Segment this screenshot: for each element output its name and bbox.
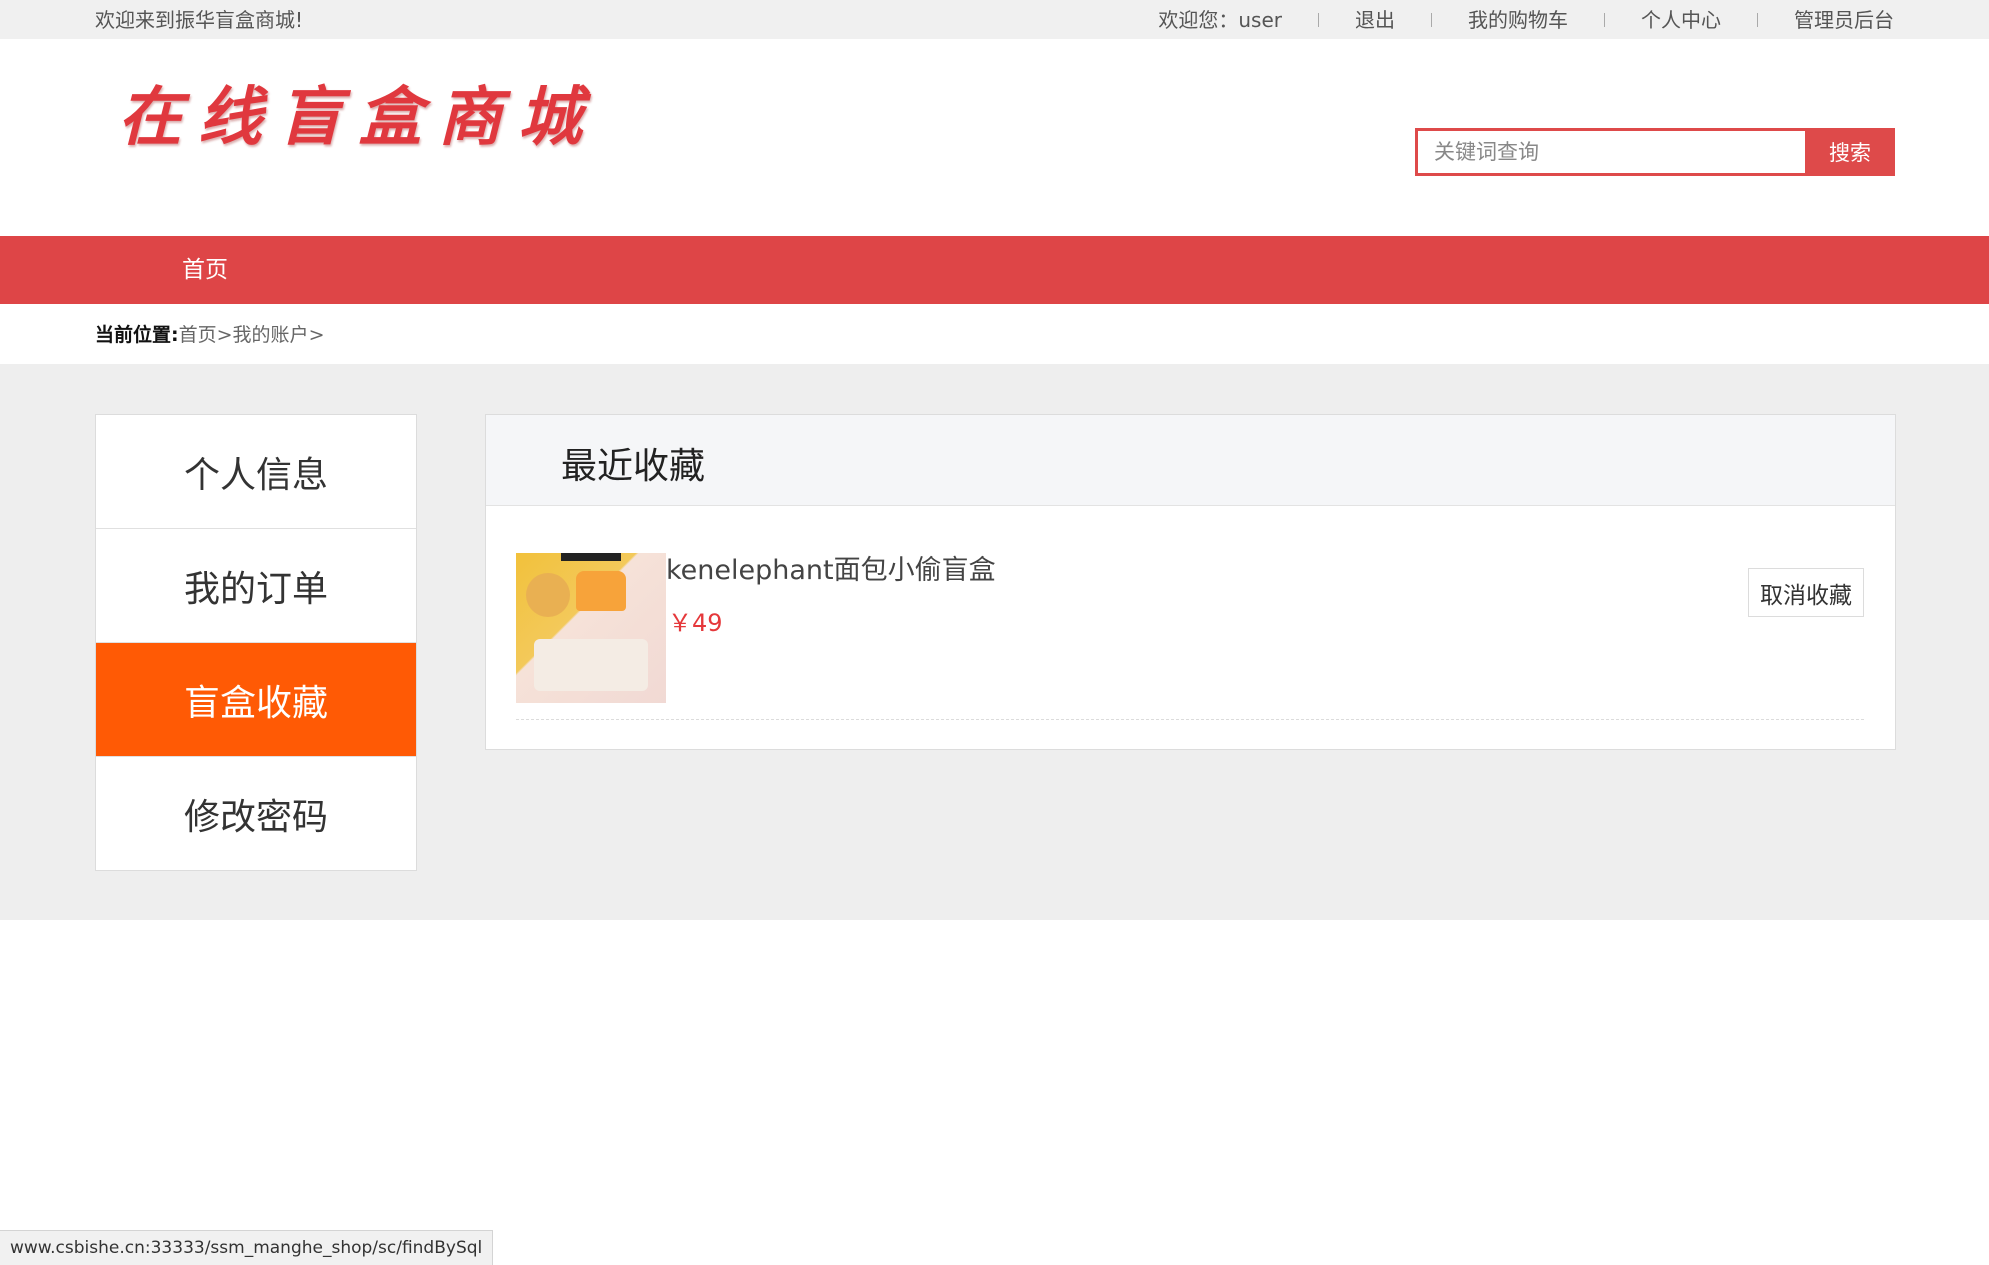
- welcome-text: 欢迎来到振华盲盒商城!: [95, 8, 304, 32]
- breadcrumb-home[interactable]: 首页: [179, 324, 217, 346]
- logout-link[interactable]: 退出: [1355, 0, 1395, 40]
- divider: [1318, 13, 1319, 27]
- top-links: 欢迎您：user 退出 我的购物车 个人中心 管理员后台: [1158, 0, 1894, 40]
- favorites-panel: 最近收藏 kenelephant面包小偷盲盒 ￥49 取消收藏: [485, 414, 1896, 750]
- user-greeting: 欢迎您：user: [1158, 8, 1282, 32]
- thumbnail-shape: [561, 553, 621, 561]
- profile-link[interactable]: 个人中心: [1641, 0, 1721, 40]
- panel-title: 最近收藏: [561, 446, 706, 487]
- account-sidebar: 个人信息 我的订单 盲盒收藏 修改密码: [95, 414, 417, 871]
- thumbnail-shape: [576, 571, 626, 611]
- product-price: ￥49: [668, 609, 723, 637]
- divider: [1604, 13, 1605, 27]
- cancel-favorite-button[interactable]: 取消收藏: [1748, 568, 1864, 617]
- search-button[interactable]: 搜索: [1805, 128, 1895, 176]
- thumbnail-shape: [534, 639, 648, 691]
- cart-link[interactable]: 我的购物车: [1468, 0, 1568, 40]
- search-bar: 搜索: [1415, 128, 1895, 176]
- main-nav: 首页: [0, 236, 1989, 304]
- status-bar-url: www.csbishe.cn:33333/ssm_manghe_shop/sc/…: [0, 1230, 494, 1265]
- favorite-item: kenelephant面包小偷盲盒 ￥49 取消收藏: [516, 553, 1864, 720]
- top-bar: 欢迎来到振华盲盒商城! 欢迎您：user 退出 我的购物车 个人中心 管理员后台: [0, 0, 1989, 39]
- sidebar-item-orders[interactable]: 我的订单: [96, 529, 416, 643]
- panel-header: 最近收藏: [486, 415, 1895, 506]
- site-logo[interactable]: 在线盲盒商城: [118, 66, 598, 158]
- product-thumbnail[interactable]: [516, 553, 666, 703]
- breadcrumb: 当前位置:首页>我的账户>: [95, 318, 324, 352]
- sidebar-item-favorites[interactable]: 盲盒收藏: [96, 643, 416, 757]
- breadcrumb-separator: >: [308, 324, 325, 346]
- product-name[interactable]: kenelephant面包小偷盲盒: [666, 553, 996, 589]
- breadcrumb-label: 当前位置:: [95, 324, 179, 346]
- admin-link[interactable]: 管理员后台: [1794, 0, 1894, 40]
- divider: [1431, 13, 1432, 27]
- sidebar-item-profile[interactable]: 个人信息: [96, 415, 416, 529]
- sidebar-item-change-password[interactable]: 修改密码: [96, 757, 416, 870]
- search-input[interactable]: [1415, 128, 1805, 176]
- thumbnail-shape: [526, 573, 570, 617]
- breadcrumb-account[interactable]: 我的账户: [233, 324, 309, 346]
- breadcrumb-separator: >: [216, 324, 233, 346]
- divider: [1757, 13, 1758, 27]
- nav-item-home[interactable]: 首页: [182, 236, 228, 304]
